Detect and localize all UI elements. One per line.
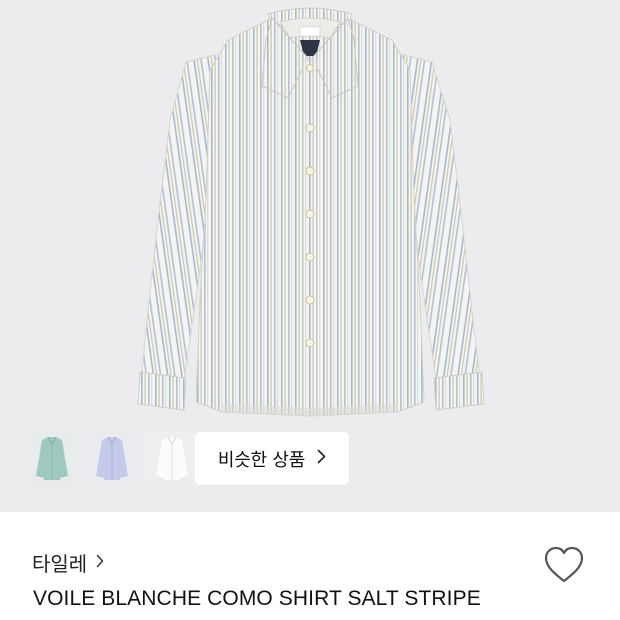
product-title: VOILE BLANCHE COMO SHIRT SALT STRIPE [33, 587, 481, 610]
similar-products-label: 비슷한 상품 [217, 449, 306, 471]
heart-outline-icon[interactable] [543, 545, 585, 585]
color-option-lavender[interactable] [86, 432, 138, 484]
brand-link[interactable]: 타일레 [32, 548, 104, 577]
color-option-white[interactable] [146, 432, 198, 484]
similar-products-button[interactable]: 비슷한 상품 [195, 432, 349, 485]
product-info: 타일레 VOILE BLANCHE COMO SHIRT SALT STRIPE [0, 512, 620, 620]
product-detail-page: 비슷한 상품 타일레 VOILE BLANCHE COMO SHIRT SALT… [0, 0, 620, 620]
color-option-mint[interactable] [26, 432, 78, 484]
chevron-right-icon [317, 449, 326, 468]
color-options [26, 432, 202, 485]
brand-name: 타일레 [32, 552, 88, 576]
chevron-right-icon [96, 553, 104, 572]
product-image[interactable]: 비슷한 상품 [0, 0, 620, 512]
